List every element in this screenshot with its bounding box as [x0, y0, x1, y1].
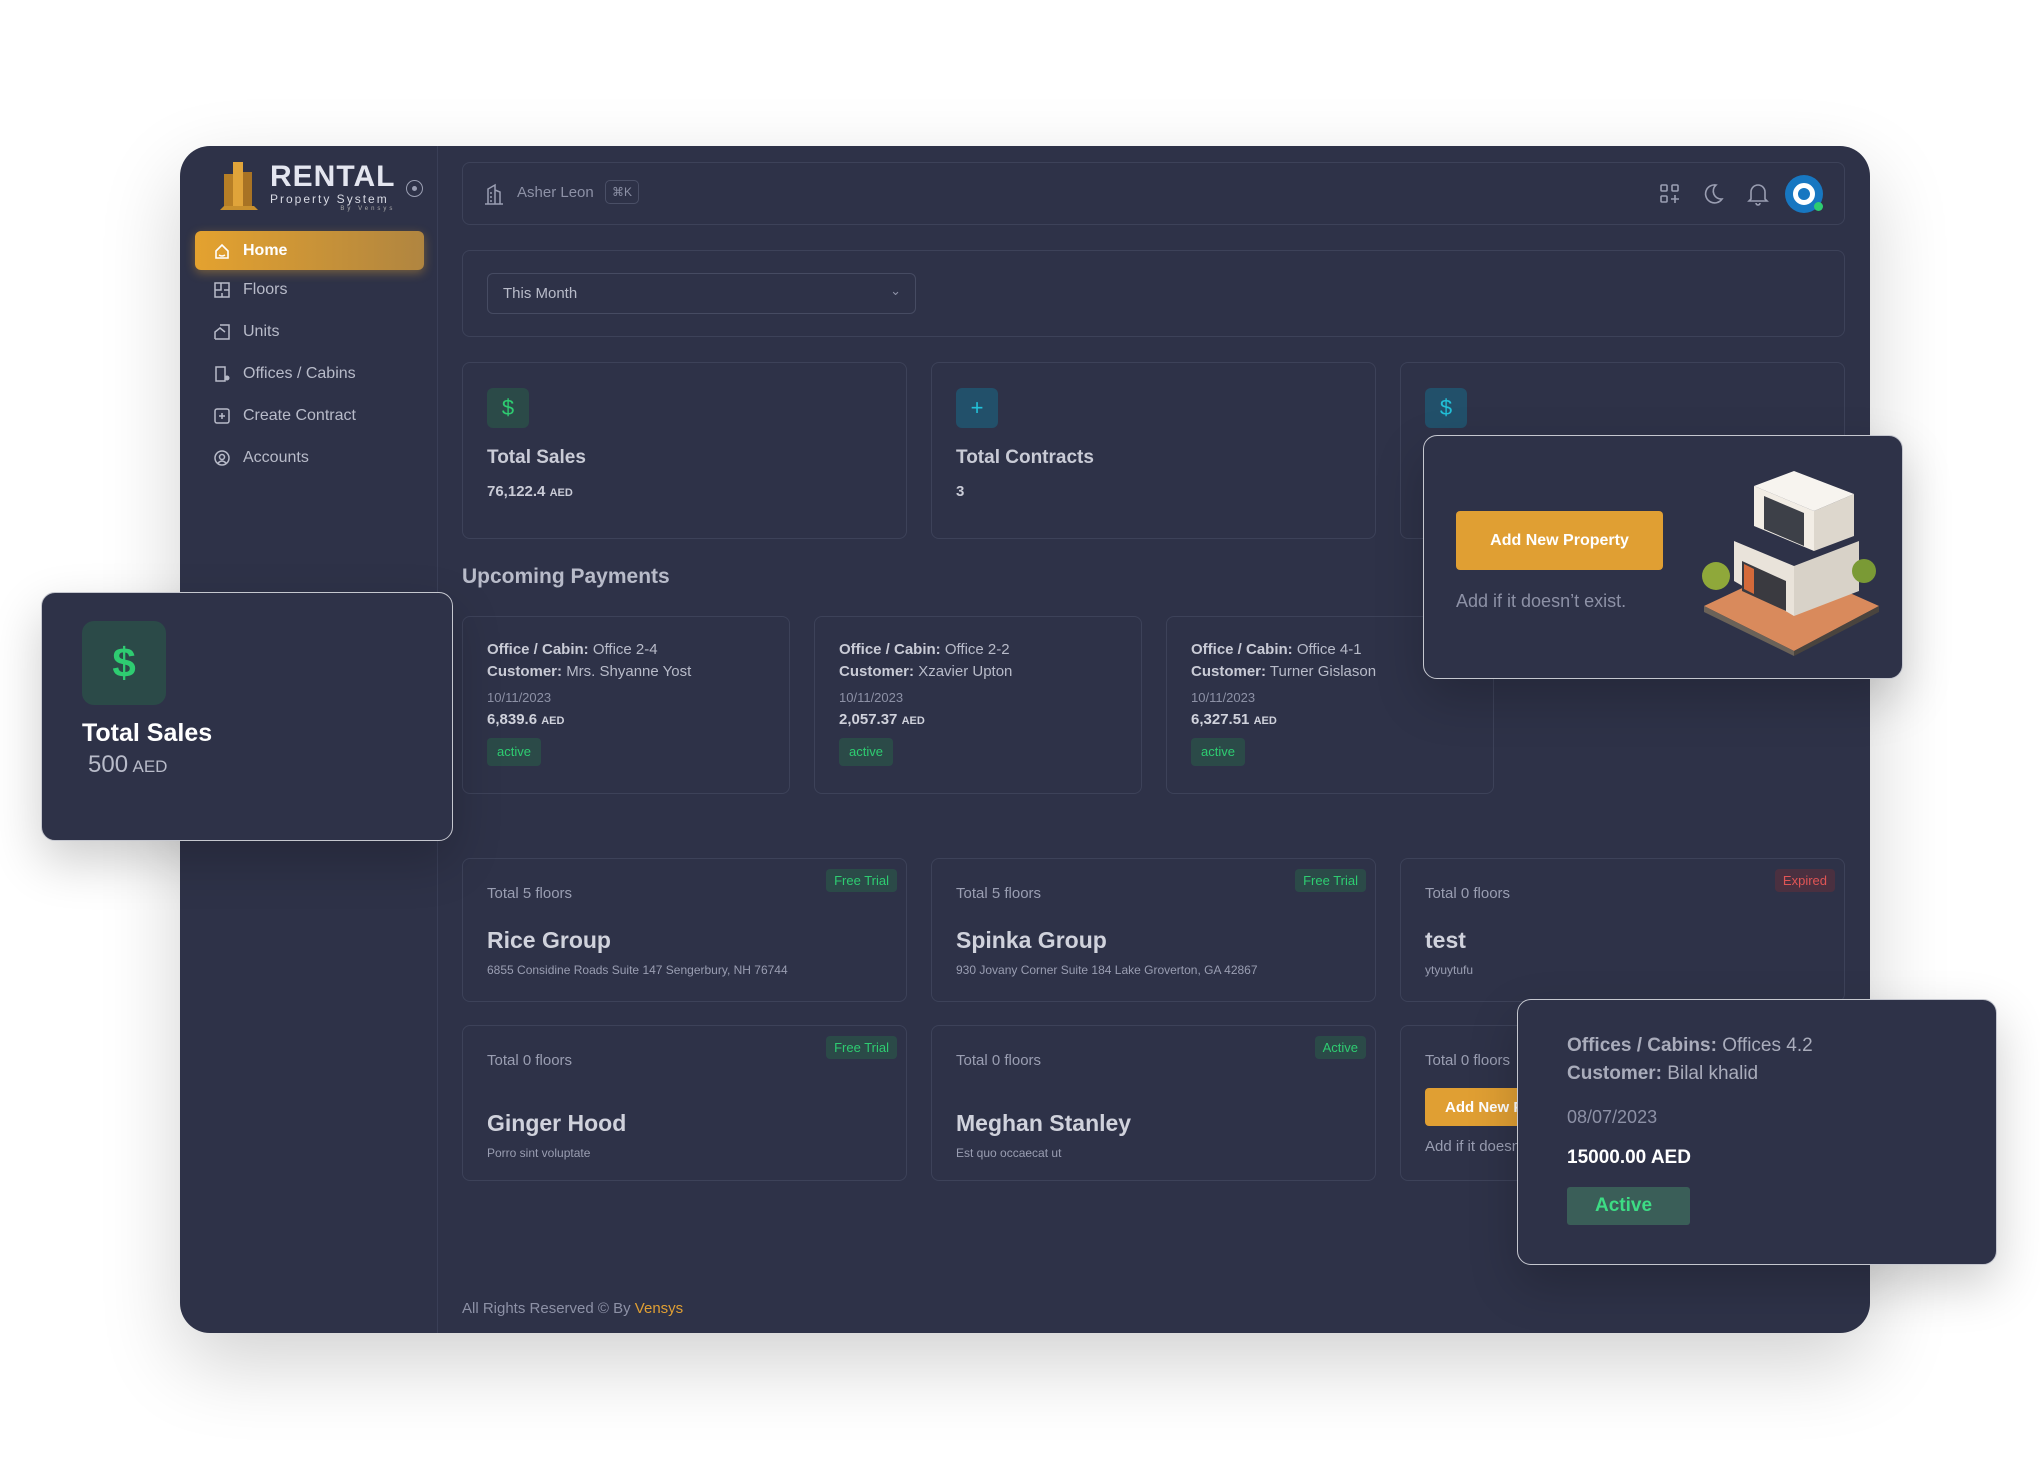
property-card[interactable]: Expired Total 0 floors test ytyuytufu	[1400, 858, 1845, 1002]
office-building-icon	[215, 365, 230, 382]
building-icon	[485, 183, 503, 205]
section-title: Upcoming Payments	[462, 565, 670, 588]
property-card[interactable]: Active Total 0 floors Meghan Stanley Est…	[931, 1025, 1376, 1181]
status-badge: Active	[1314, 1036, 1366, 1059]
footer: All Rights Reserved © By Vensys	[462, 1300, 684, 1317]
plus-icon: +	[956, 388, 998, 428]
apps-add-icon[interactable]	[1659, 183, 1681, 205]
bell-icon[interactable]	[1747, 182, 1769, 206]
workspace-user[interactable]: Asher Leon	[517, 184, 594, 201]
sidebar-item-units[interactable]: Units	[195, 312, 424, 351]
status-badge: active	[1191, 738, 1245, 766]
sidebar-item-accounts[interactable]: Accounts	[195, 438, 424, 477]
filter-panel: This Month ⌄	[462, 250, 1845, 337]
period-select[interactable]: This Month ⌄	[487, 273, 916, 314]
home-icon	[215, 243, 229, 259]
status-badge: active	[487, 738, 541, 766]
dollar-icon: $	[1425, 388, 1467, 428]
stat-card: $ Total Sales 76,122.4 AED	[462, 362, 907, 539]
add-new-property-button[interactable]: Add New Property	[1456, 511, 1663, 570]
stat-card: + Total Contracts 3	[931, 362, 1376, 539]
floating-contract-card: Offices / Cabins: Offices 4.2 Customer: …	[1517, 999, 1997, 1265]
avatar[interactable]	[1785, 175, 1823, 213]
sidebar-item-create-contract[interactable]: Create Contract	[195, 396, 424, 435]
status-badge: Free Trial	[1295, 869, 1366, 892]
house-illustration	[1702, 471, 1879, 656]
floating-add-property-card: Add New Property Add if it doesn’t exist…	[1423, 435, 1903, 679]
user-circle-icon	[214, 449, 230, 466]
plus-square-icon	[214, 407, 230, 424]
payment-card[interactable]: Office / Cabin: Office 2-4 Customer: Mrs…	[462, 616, 790, 794]
property-card[interactable]: Free Trial Total 5 floors Spinka Group 9…	[931, 858, 1376, 1002]
sidebar-toggle-button[interactable]	[406, 180, 423, 197]
chevron-down-icon: ⌄	[890, 283, 901, 298]
status-badge: active	[839, 738, 893, 766]
floating-total-sales-card: $ Total Sales 500 AED	[41, 592, 453, 841]
sidebar-item-home[interactable]: Home	[195, 231, 424, 270]
dollar-icon: $	[82, 621, 166, 705]
status-badge: Active	[1567, 1187, 1690, 1225]
status-badge: Expired	[1774, 869, 1835, 892]
sidebar-item-floors[interactable]: Floors	[195, 270, 424, 309]
property-card[interactable]: Free Trial Total 5 floors Rice Group 685…	[462, 858, 907, 1002]
moon-icon[interactable]	[1701, 182, 1725, 206]
logo: RENTAL Property System By Vensys	[216, 160, 395, 212]
top-bar: Asher Leon ⌘K	[462, 162, 1845, 225]
floor-plan-icon	[214, 281, 230, 298]
sidebar-item-offices-cabins[interactable]: Offices / Cabins	[195, 354, 424, 393]
footer-link[interactable]: Vensys	[635, 1300, 683, 1317]
shortcut-hint: ⌘K	[605, 180, 640, 204]
dollar-icon: $	[487, 388, 529, 428]
status-badge: Free Trial	[826, 1036, 897, 1059]
property-card[interactable]: Free Trial Total 0 floors Ginger Hood Po…	[462, 1025, 907, 1181]
units-icon	[214, 323, 230, 340]
logo-building-icon	[220, 162, 258, 210]
payment-card[interactable]: Office / Cabin: Office 2-2 Customer: Xza…	[814, 616, 1142, 794]
status-badge: Free Trial	[826, 869, 897, 892]
